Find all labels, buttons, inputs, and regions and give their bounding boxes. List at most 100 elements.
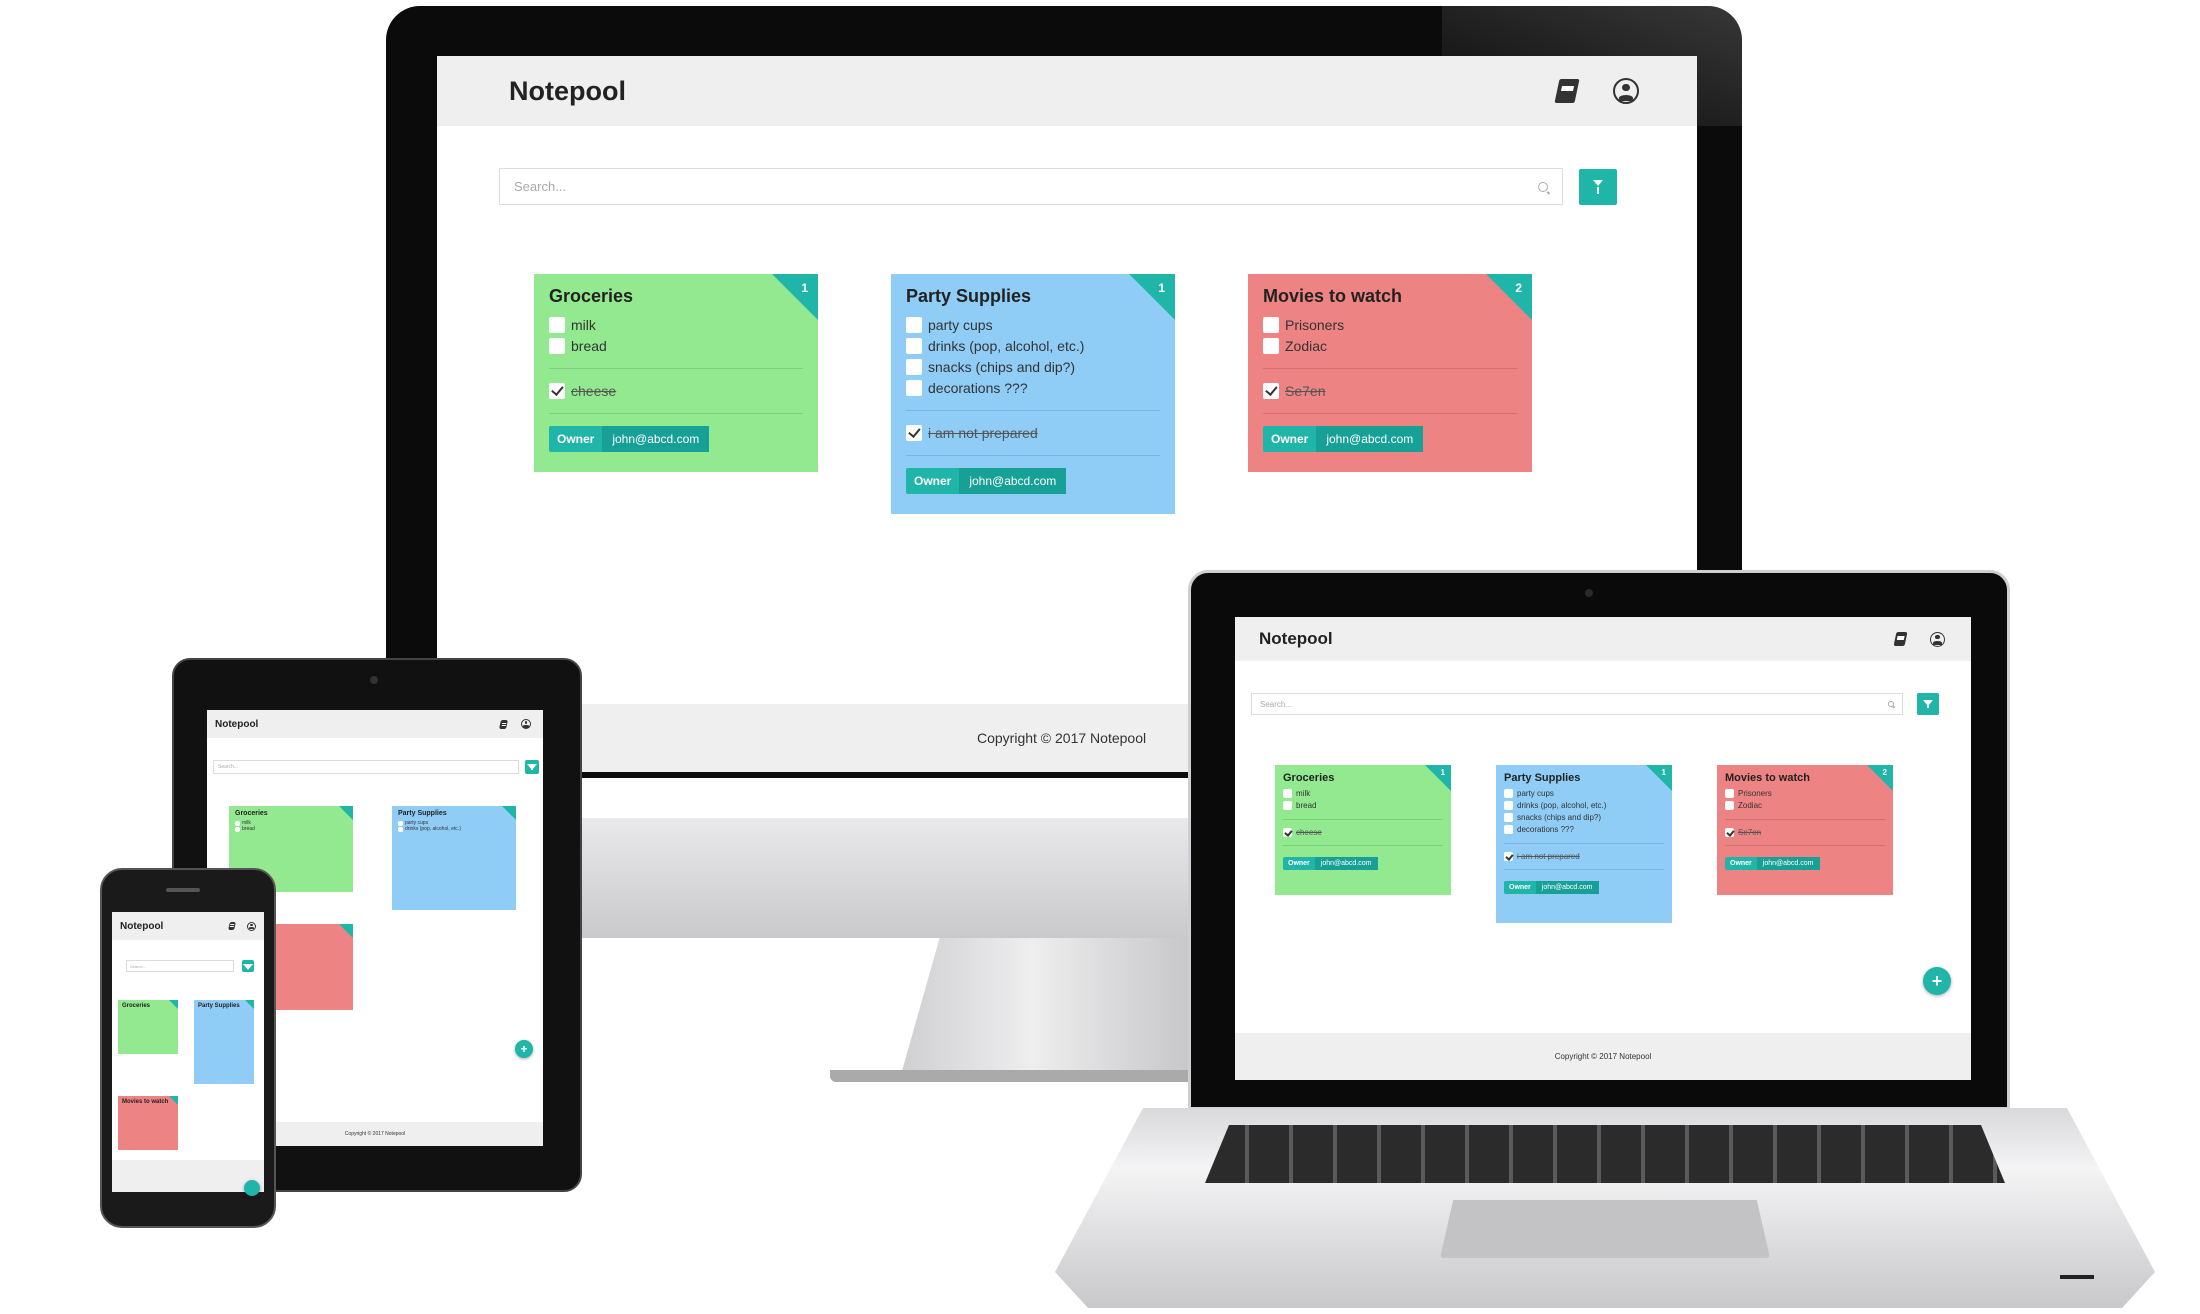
list-item[interactable]: milk	[549, 317, 803, 333]
checkbox[interactable]	[906, 380, 922, 396]
app-title[interactable]: Notepool	[215, 719, 258, 730]
note-card-movies-to-watch[interactable]: 2 Movies to watch Prisoners Zodiac Se7en…	[1717, 765, 1893, 895]
note-title[interactable]: Groceries	[1283, 772, 1443, 784]
app-title[interactable]: Notepool	[1259, 629, 1333, 649]
note-card-movies-to-watch[interactable]: 2 Movies to watch Prisoners Zodiac Se7en…	[1248, 274, 1532, 472]
checkbox[interactable]	[398, 820, 403, 826]
app-header: Notepool	[437, 56, 1697, 126]
checkbox[interactable]	[235, 820, 240, 826]
checkbox[interactable]	[906, 359, 922, 375]
list-item[interactable]: bread	[235, 826, 347, 832]
checkbox[interactable]	[1504, 789, 1513, 798]
list-item[interactable]: Prisoners	[1725, 789, 1885, 798]
note-title[interactable]: Movies to watch	[122, 1099, 174, 1105]
book-icon[interactable]	[1554, 79, 1580, 103]
checkbox[interactable]	[549, 338, 565, 354]
list-item-checked[interactable]: cheese	[549, 383, 803, 399]
user-circle-icon[interactable]	[1613, 78, 1639, 104]
note-card-party-supplies[interactable]: Party Supplies	[194, 1000, 254, 1084]
note-title[interactable]: Party Supplies	[198, 1003, 250, 1009]
note-card-party-supplies[interactable]: 1 Party Supplies party cups drinks (pop,…	[1496, 765, 1672, 923]
book-icon[interactable]	[1893, 632, 1908, 646]
user-circle-icon[interactable]	[1930, 631, 1945, 647]
list-item[interactable]: bread	[549, 338, 803, 354]
filter-button[interactable]	[1917, 693, 1939, 715]
note-title[interactable]: Movies to watch	[1725, 772, 1885, 784]
filter-button[interactable]	[242, 960, 254, 972]
list-item[interactable]: milk	[1283, 789, 1443, 798]
add-note-button[interactable]: +	[1923, 967, 1951, 995]
list-item-checked[interactable]: Se7en	[1263, 383, 1517, 399]
note-title[interactable]: Groceries	[235, 810, 347, 817]
filter-button[interactable]	[1579, 168, 1617, 205]
list-item[interactable]: decorations ???	[906, 380, 1160, 396]
checkbox[interactable]	[1283, 789, 1292, 798]
checkbox[interactable]	[1725, 789, 1734, 798]
note-title[interactable]: Groceries	[549, 286, 803, 307]
note-title[interactable]: Party Supplies	[398, 810, 510, 817]
note-count: 1	[1661, 768, 1666, 777]
checkbox[interactable]	[235, 826, 240, 832]
checkbox-checked[interactable]	[1283, 828, 1292, 837]
list-item[interactable]: decorations ???	[1504, 825, 1664, 834]
checkbox[interactable]	[1263, 317, 1279, 333]
checkbox[interactable]	[906, 338, 922, 354]
book-icon[interactable]	[499, 719, 508, 729]
list-item[interactable]: party cups	[1504, 789, 1664, 798]
checkbox[interactable]	[1283, 801, 1292, 810]
list-item[interactable]: snacks (chips and dip?)	[906, 359, 1160, 375]
add-note-button[interactable]: +	[515, 1040, 533, 1058]
checkbox[interactable]	[549, 317, 565, 333]
checkbox-checked[interactable]	[1725, 828, 1734, 837]
list-item[interactable]: Zodiac	[1725, 801, 1885, 810]
list-item-checked[interactable]: i am not prepared	[1504, 852, 1664, 861]
list-item[interactable]: Prisoners	[1263, 317, 1517, 333]
checkbox-checked[interactable]	[549, 383, 565, 399]
note-title[interactable]: Groceries	[122, 1003, 174, 1009]
note-card-party-supplies[interactable]: 1 Party Supplies party cups drinks (pop,…	[891, 274, 1175, 514]
checkbox[interactable]	[1504, 813, 1513, 822]
note-card-party-supplies[interactable]: Party Supplies party cups drinks (pop, a…	[392, 806, 516, 910]
list-item-checked[interactable]: Se7en	[1725, 828, 1885, 837]
list-item[interactable]: party cups	[906, 317, 1160, 333]
list-item[interactable]: bread	[1283, 801, 1443, 810]
user-circle-icon[interactable]	[247, 921, 256, 931]
search-box[interactable]: Search...	[126, 960, 234, 972]
checkbox[interactable]	[906, 317, 922, 333]
note-title[interactable]: Movies to watch	[1263, 286, 1517, 307]
checkbox-checked[interactable]	[1263, 383, 1279, 399]
app-header: Notepool	[112, 912, 264, 940]
app-title[interactable]: Notepool	[120, 921, 163, 932]
checkbox[interactable]	[1504, 825, 1513, 834]
list-item[interactable]: drinks (pop, alcohol, etc.)	[398, 826, 510, 832]
search-box[interactable]: Search...	[213, 760, 519, 774]
checkbox[interactable]	[1263, 338, 1279, 354]
app-title[interactable]: Notepool	[509, 76, 626, 107]
user-circle-icon[interactable]	[521, 719, 531, 729]
note-card-groceries[interactable]: 1 Groceries milk bread cheese Owner john@…	[1275, 765, 1451, 895]
add-note-button[interactable]	[244, 1180, 260, 1196]
checkbox-checked[interactable]	[1504, 852, 1513, 861]
note-card-groceries[interactable]: Groceries	[118, 1000, 178, 1054]
checkbox-checked[interactable]	[906, 425, 922, 441]
owner-email: john@abcd.com	[959, 468, 1067, 494]
checkbox[interactable]	[1725, 801, 1734, 810]
checkbox[interactable]	[398, 826, 403, 832]
search-box[interactable]: Search...	[1251, 693, 1903, 715]
search-input[interactable]	[514, 179, 1538, 194]
divider	[1263, 368, 1517, 369]
search-placeholder: Search...	[1260, 699, 1293, 709]
list-item[interactable]: Zodiac	[1263, 338, 1517, 354]
checkbox[interactable]	[1504, 801, 1513, 810]
filter-button[interactable]	[525, 760, 539, 774]
list-item[interactable]: drinks (pop, alcohol, etc.)	[906, 338, 1160, 354]
book-icon[interactable]	[228, 922, 236, 930]
note-title[interactable]: Party Supplies	[906, 286, 1160, 307]
list-item[interactable]: snacks (chips and dip?)	[1504, 813, 1664, 822]
list-item-checked[interactable]: i am not prepared	[906, 425, 1160, 441]
note-card-groceries[interactable]: 1 Groceries milk bread cheese Owner john…	[534, 274, 818, 472]
note-title[interactable]: Party Supplies	[1504, 772, 1664, 784]
list-item[interactable]: drinks (pop, alcohol, etc.)	[1504, 801, 1664, 810]
note-card-movies-to-watch[interactable]: Movies to watch	[118, 1096, 178, 1150]
list-item-checked[interactable]: cheese	[1283, 828, 1443, 837]
